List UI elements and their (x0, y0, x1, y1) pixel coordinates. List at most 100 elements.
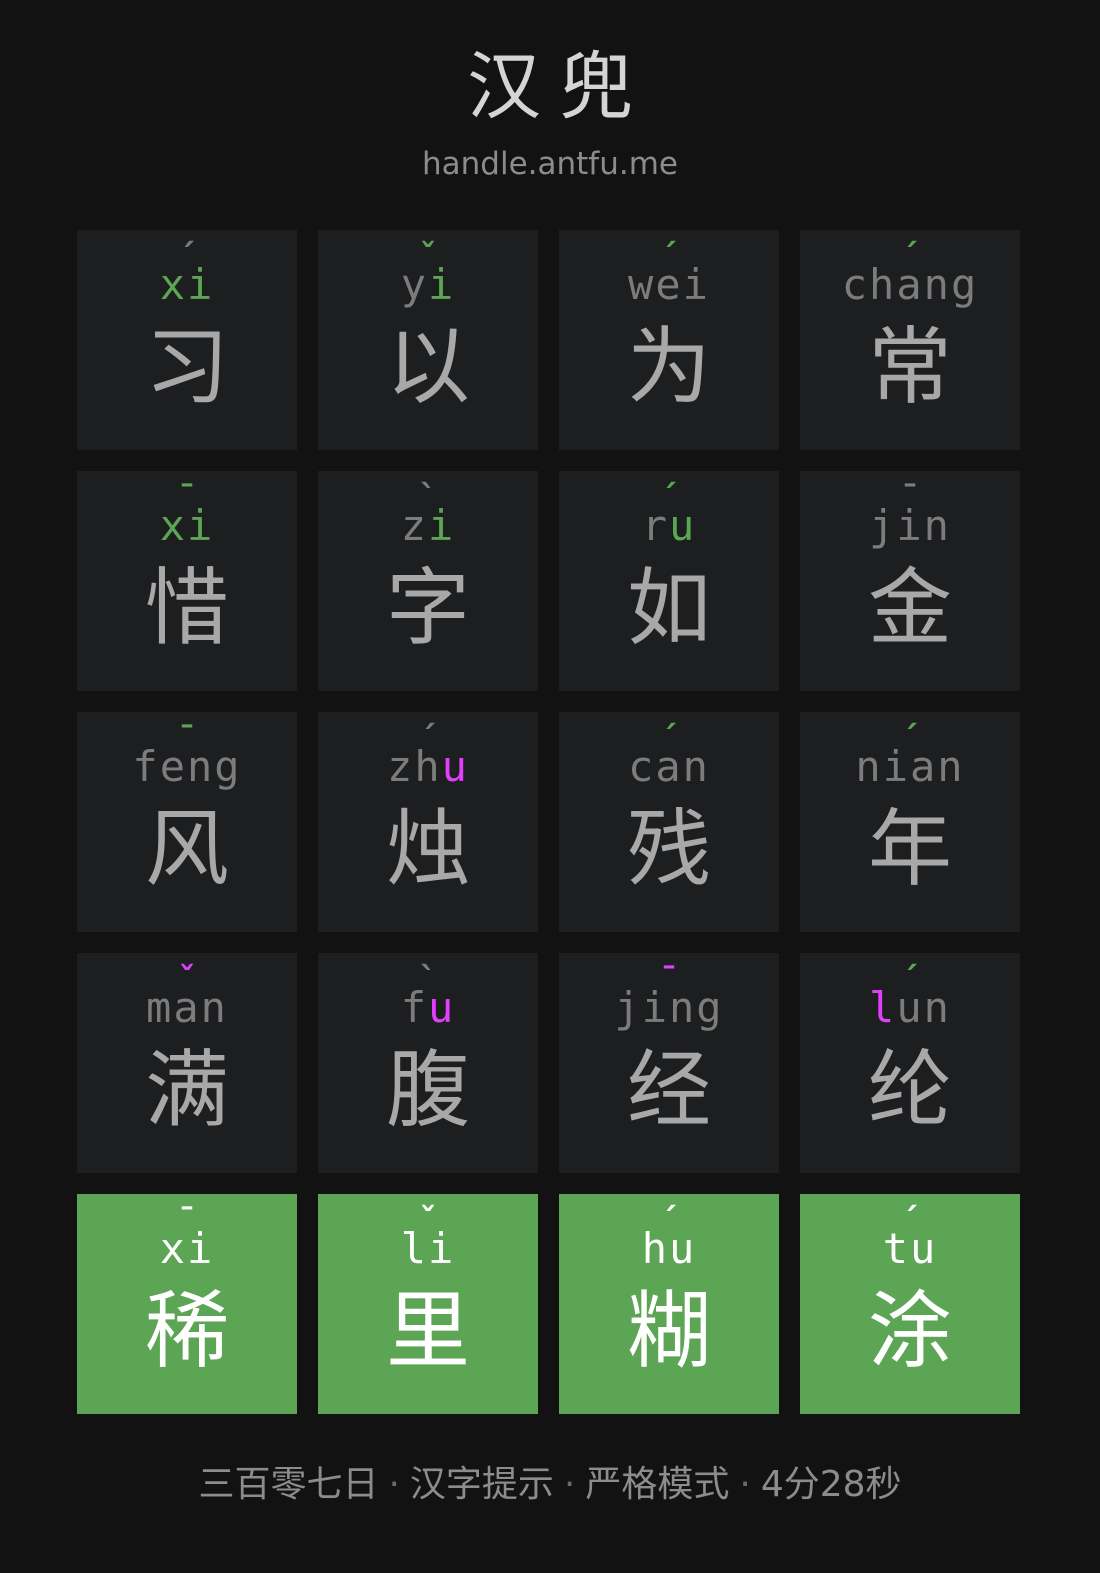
pinyin-letter: g (950, 260, 979, 309)
pinyin-letter: i (428, 260, 456, 309)
pinyin-letter: w (628, 260, 656, 309)
guess-tile: ˉ jing 经 (559, 953, 779, 1173)
pinyin: chang (800, 252, 1020, 318)
guess-tile: ˊ ru 如 (559, 471, 779, 691)
pinyin-letter: x (159, 1224, 187, 1273)
pinyin: xi (77, 493, 297, 559)
pinyin-letter: u (428, 983, 456, 1032)
pinyin: can (559, 734, 779, 800)
guess-tile: ˋ fu 腹 (318, 953, 538, 1173)
separator: · (739, 1464, 751, 1505)
pinyin-letter: h (869, 260, 897, 309)
pinyin: hu (559, 1216, 779, 1282)
hanzi-character: 满 (144, 1041, 229, 1139)
guess-tile: ˇ yi 以 (318, 230, 538, 450)
pinyin-letter: i (896, 501, 924, 550)
pinyin-letter: c (841, 260, 870, 309)
pinyin: yi (318, 252, 538, 318)
pinyin-letter: n (937, 742, 965, 791)
pinyin-letter: h (641, 1224, 669, 1273)
pinyin-letter: l (400, 1224, 428, 1273)
pinyin-letter: g (696, 983, 724, 1032)
hanzi-character: 烛 (385, 800, 470, 898)
pinyin: jin (800, 493, 1020, 559)
site-url[interactable]: handle.antfu.me (0, 142, 1100, 186)
pinyin-letter: i (428, 501, 456, 550)
pinyin-letter: n (669, 983, 697, 1032)
pinyin: man (77, 975, 297, 1041)
guess-tile: ˉ feng 风 (77, 712, 297, 932)
pinyin-letter: a (173, 983, 201, 1032)
pinyin-letter: u (910, 1224, 938, 1273)
hanzi-character: 如 (626, 559, 711, 657)
guess-tile: ˇ man 满 (77, 953, 297, 1173)
pinyin: zhu (318, 734, 538, 800)
pinyin-letter: f (400, 983, 428, 1032)
pinyin-letter: e (159, 742, 187, 791)
guess-tile: ˊ lun 纶 (800, 953, 1020, 1173)
hanzi-character: 常 (867, 318, 952, 416)
pinyin: li (318, 1216, 538, 1282)
pinyin-letter: f (132, 742, 160, 791)
guess-tile: ˊ tu 涂 (800, 1194, 1020, 1414)
pinyin-letter: g (214, 742, 242, 791)
guess-board: ˊ xi 习 ˇ yi 以 ˊ wei 为 ˊ chang 常 ˉ xi 惜 ˋ zi 字 ˊ ru 如 ˉ jin 金 ˉ fe… (77, 230, 1021, 1414)
pinyin-letter: t (882, 1224, 910, 1273)
pinyin-letter: i (187, 501, 215, 550)
pinyin-letter: i (187, 1224, 215, 1273)
pinyin-letter: x (159, 501, 187, 550)
hanzi-character: 里 (385, 1282, 470, 1380)
guess-tile: ˊ chang 常 (800, 230, 1020, 450)
strict-mode-label[interactable]: 严格模式 (585, 1464, 729, 1505)
guess-tile: ˊ wei 为 (559, 230, 779, 450)
pinyin-letter: m (146, 983, 174, 1032)
hanzi-character: 糊 (626, 1282, 711, 1380)
hanzi-character: 风 (144, 800, 229, 898)
pinyin-letter: c (628, 742, 656, 791)
pinyin-letter: n (855, 742, 883, 791)
guess-tile: ˉ jin 金 (800, 471, 1020, 691)
pinyin-letter: y (400, 260, 428, 309)
pinyin: nian (800, 734, 1020, 800)
guess-tile: ˊ can 残 (559, 712, 779, 932)
pinyin-letter: i (882, 742, 910, 791)
guess-tile: ˊ nian 年 (800, 712, 1020, 932)
pinyin: fu (318, 975, 538, 1041)
pinyin-letter: h (414, 742, 442, 791)
pinyin-letter: z (387, 742, 415, 791)
pinyin-letter: i (641, 983, 669, 1032)
guess-tile: ˉ xi 稀 (77, 1194, 297, 1414)
guess-tile: ˋ zi 字 (318, 471, 538, 691)
hanzi-character: 腹 (385, 1041, 470, 1139)
day-label: 三百零七日 (198, 1464, 379, 1505)
guess-tile: ˉ xi 惜 (77, 471, 297, 691)
pinyin-letter: e (655, 260, 683, 309)
pinyin: zi (318, 493, 538, 559)
pinyin-letter: n (923, 983, 951, 1032)
pinyin-letter: i (428, 1224, 456, 1273)
pinyin-letter: n (923, 501, 951, 550)
hanzi-character: 稀 (144, 1282, 229, 1380)
pinyin-letter: x (159, 260, 187, 309)
pinyin: ru (559, 493, 779, 559)
hanzi-character: 习 (144, 318, 229, 416)
pinyin-letter: u (669, 1224, 697, 1273)
game-status-bar: 三百零七日 · 汉字提示 · 严格模式 · 4分28秒 (0, 1458, 1100, 1512)
hanzi-character: 年 (867, 800, 952, 898)
pinyin-letter: n (923, 260, 951, 309)
hanzi-character: 为 (626, 318, 711, 416)
pinyin: lun (800, 975, 1020, 1041)
pinyin-letter: j (869, 501, 897, 550)
hanzi-character: 字 (385, 559, 470, 657)
pinyin-letter: r (641, 501, 669, 550)
pinyin-letter: u (669, 501, 697, 550)
pinyin-letter: u (441, 742, 469, 791)
pinyin-letter: z (400, 501, 428, 550)
pinyin-letter: i (682, 260, 710, 309)
pinyin-letter: u (896, 983, 924, 1032)
hanzi-character: 残 (626, 800, 711, 898)
hint-mode-label[interactable]: 汉字提示 (410, 1464, 554, 1505)
pinyin-letter: a (896, 260, 924, 309)
pinyin-letter: a (655, 742, 683, 791)
hanzi-character: 金 (867, 559, 952, 657)
